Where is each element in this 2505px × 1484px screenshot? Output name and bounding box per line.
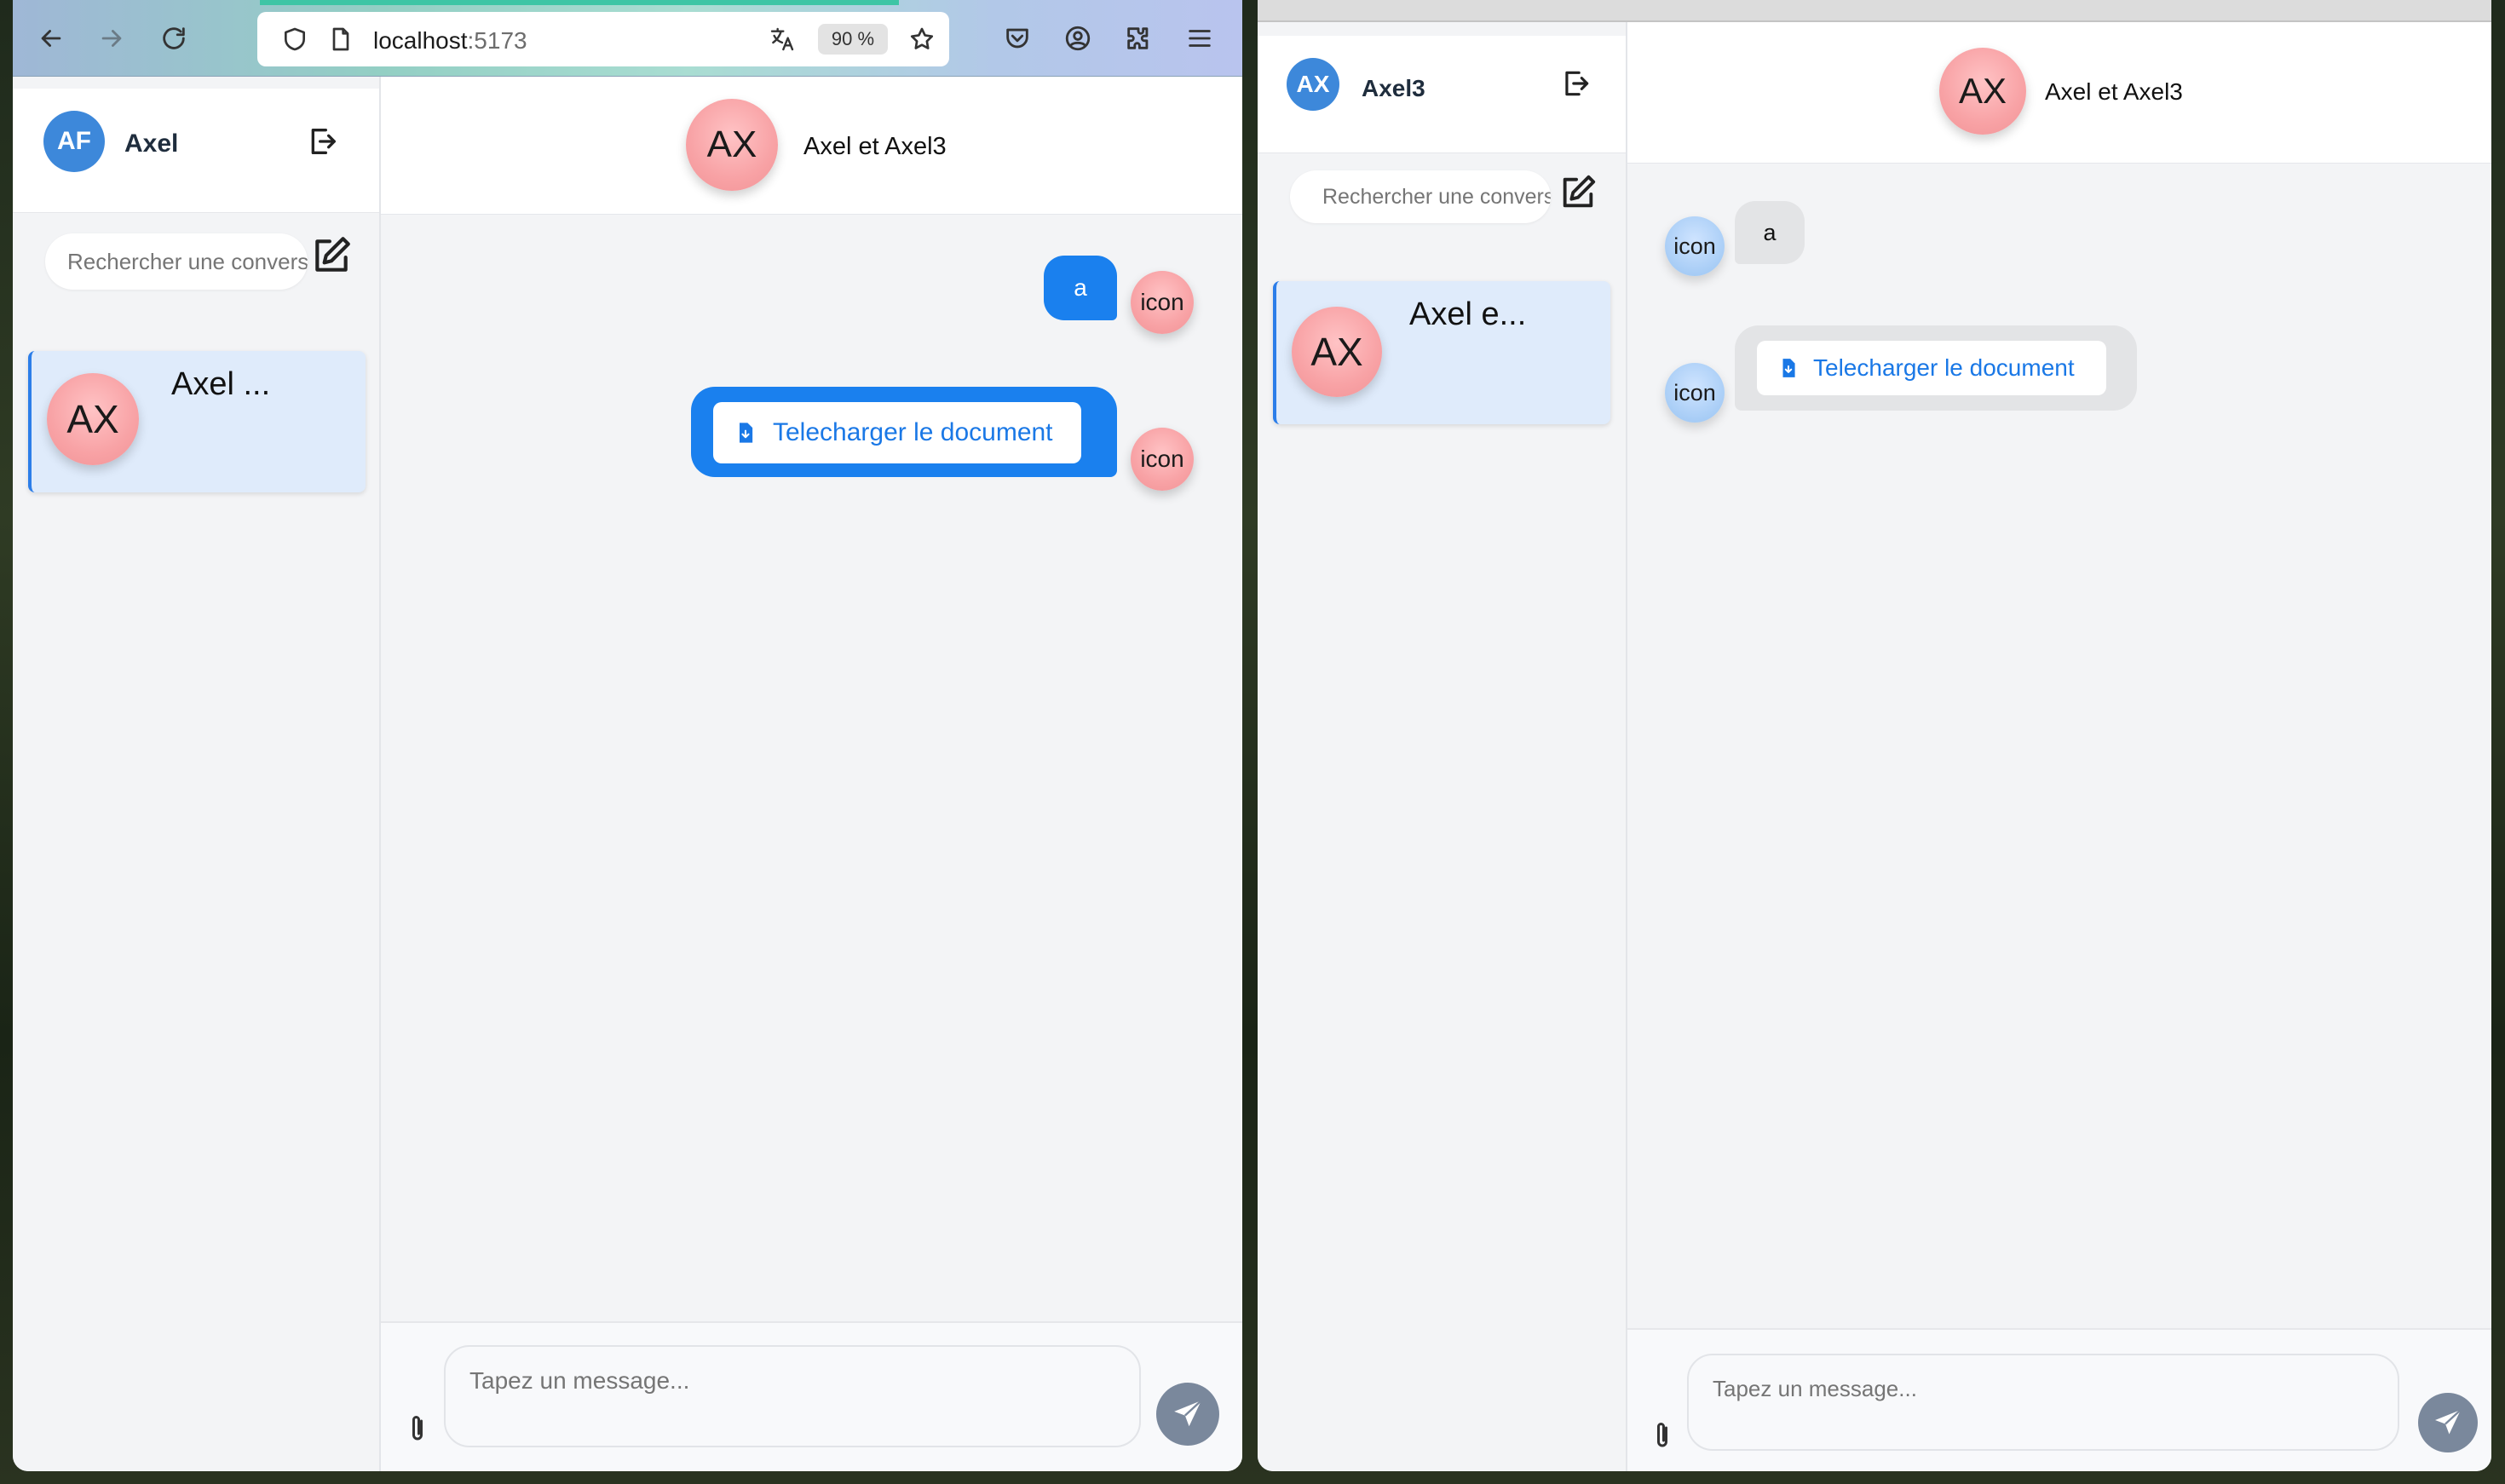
message-composer xyxy=(1627,1328,2491,1471)
chat-header: AX Axel et Axel3 xyxy=(1627,22,2491,164)
chat-title: Axel et Axel3 xyxy=(2045,78,2183,105)
conversation-name: Axel e... xyxy=(1409,296,1527,332)
sidebar-header: AX Axel3 xyxy=(1258,36,1626,153)
right-browser-window: AX Axel3 AX Axel e... AX Axel et Axel3 i… xyxy=(1258,0,2491,1471)
url-text: localhost:5173 xyxy=(373,27,527,55)
user-name: Axel xyxy=(124,129,179,158)
page-icon xyxy=(325,24,356,55)
sidebar: AX Axel3 AX Axel e... xyxy=(1258,22,1627,1471)
message-input[interactable] xyxy=(444,1345,1141,1447)
new-conversation-icon[interactable] xyxy=(1554,169,1602,216)
message-bubble: a xyxy=(1735,201,1805,264)
search-input[interactable] xyxy=(1290,170,1551,223)
menu-icon[interactable] xyxy=(1180,19,1219,58)
chat-title: Axel et Axel3 xyxy=(803,133,947,160)
file-download-icon xyxy=(740,423,753,443)
left-browser-window: localhost:5173 90 % AF Axel Rechercher u… xyxy=(13,0,1242,1471)
forward-icon[interactable] xyxy=(92,19,131,58)
chat-header: AX Axel et Axel3 xyxy=(381,77,1242,215)
window-top-strip xyxy=(1258,0,2491,22)
reload-icon[interactable] xyxy=(154,19,193,58)
conversation-item[interactable]: AX Axel ... xyxy=(28,351,366,492)
message-avatar: icon xyxy=(1665,216,1725,276)
zoom-badge[interactable]: 90 % xyxy=(818,24,888,55)
browser-toolbar: localhost:5173 90 % xyxy=(13,0,1242,77)
sidebar: AF Axel AX Axel ... xyxy=(13,77,381,1471)
send-icon xyxy=(2435,1409,2462,1435)
attachment-icon[interactable] xyxy=(1650,1418,1675,1452)
user-avatar: AX xyxy=(1287,58,1339,111)
attachment-icon[interactable] xyxy=(405,1412,430,1446)
document-message-bubble: Telecharger le document xyxy=(1735,325,2137,411)
back-icon[interactable] xyxy=(32,19,71,58)
message-bubble: a xyxy=(1044,256,1117,320)
download-label: Telecharger le document xyxy=(1813,354,2075,381)
conversation-item[interactable]: AX Axel e... xyxy=(1273,281,1610,424)
pocket-icon[interactable] xyxy=(998,19,1037,58)
message-avatar: icon xyxy=(1665,363,1725,423)
url-bar[interactable]: localhost:5173 90 % xyxy=(257,12,949,66)
download-document-button[interactable]: Telecharger le document xyxy=(1757,341,2106,395)
account-icon[interactable] xyxy=(1058,19,1097,58)
user-name: Axel3 xyxy=(1362,75,1425,101)
chat-app-left: AF Axel AX Axel ... AX Axel et Axel3 a i… xyxy=(13,77,1242,1471)
send-button[interactable] xyxy=(2418,1393,2478,1452)
logout-icon[interactable] xyxy=(1558,65,1595,102)
chat-header-avatar: AX xyxy=(686,99,778,191)
logout-icon[interactable] xyxy=(304,123,342,160)
document-message-bubble: Telecharger le document xyxy=(691,387,1117,477)
extensions-icon[interactable] xyxy=(1119,19,1158,58)
download-label: Telecharger le document xyxy=(773,418,1053,446)
shield-icon[interactable] xyxy=(279,24,310,55)
new-conversation-icon[interactable] xyxy=(308,232,355,279)
conversation-avatar: AX xyxy=(1292,307,1382,397)
send-icon xyxy=(1174,1400,1202,1427)
star-icon[interactable] xyxy=(907,24,937,55)
user-avatar: AF xyxy=(43,111,105,172)
message-composer xyxy=(381,1321,1242,1471)
send-button[interactable] xyxy=(1156,1383,1219,1446)
url-host: localhost xyxy=(373,27,468,54)
sidebar-header: AF Axel xyxy=(13,89,379,213)
url-port: :5173 xyxy=(467,27,527,54)
search-input[interactable] xyxy=(45,233,308,290)
message-avatar: icon xyxy=(1131,428,1194,491)
conversation-name: Axel ... xyxy=(171,366,271,402)
message-avatar: icon xyxy=(1131,271,1194,334)
translate-icon[interactable] xyxy=(767,24,798,55)
conversation-avatar: AX xyxy=(47,373,139,465)
file-download-icon xyxy=(1782,359,1795,377)
chat-header-avatar: AX xyxy=(1939,48,2026,135)
toolbar-accent-line xyxy=(260,0,899,5)
message-input[interactable] xyxy=(1687,1354,2399,1451)
download-document-button[interactable]: Telecharger le document xyxy=(713,402,1081,463)
